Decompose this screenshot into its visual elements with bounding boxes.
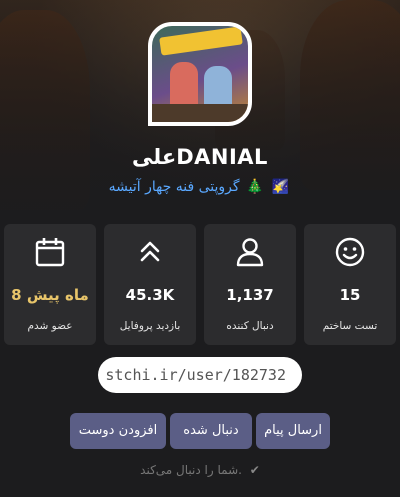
stats-row: 8 ماه پیش عضو شدم 45.3K بازدید پروفایل 1… [4, 224, 396, 345]
bio-text: گروپتی فنه چهار آتیشه [108, 179, 240, 195]
profile-link-text: stchi.ir/user/182732 [105, 366, 286, 384]
calendar-icon [35, 238, 65, 267]
shooting-star-emoji: 🌠 [271, 179, 290, 195]
avatar-art [159, 26, 243, 56]
tree-emoji: 🎄 [245, 179, 264, 195]
profile-link[interactable]: stchi.ir/user/182732 [98, 357, 302, 393]
follows-you-text: شما را دنبال می‌کند. [140, 463, 242, 477]
user-icon [236, 238, 264, 267]
stat-label: عضو شدم [27, 320, 73, 332]
stat-label: بازدید پروفایل [119, 320, 181, 332]
stat-joined[interactable]: 8 ماه پیش عضو شدم [4, 224, 96, 345]
follows-you-note: شما را دنبال می‌کند. ✔ [0, 463, 400, 477]
stat-label: دنبال کننده [226, 320, 274, 332]
bio: گروپتی فنه چهار آتیشه 🎄 🌠 [0, 179, 400, 195]
double-chevron-up-icon [140, 241, 160, 262]
stat-value: 1,137 [226, 286, 274, 304]
stat-tests-made[interactable]: 15 تست ساختم [304, 224, 396, 345]
stat-followers[interactable]: 1,137 دنبال کننده [204, 224, 296, 345]
stat-value: 45.3K [125, 286, 175, 304]
stat-value: 15 [339, 286, 361, 304]
smiley-icon [335, 237, 365, 267]
send-message-button[interactable]: ارسال پیام [256, 413, 330, 449]
stat-value: 8 ماه پیش [11, 286, 89, 304]
add-friend-button[interactable]: افزودن دوست [70, 413, 166, 449]
stat-label: تست ساختم [322, 320, 378, 332]
action-buttons: افزودن دوست دنبال شده ارسال پیام [0, 413, 400, 449]
avatar[interactable] [148, 22, 252, 126]
avatar-art [152, 104, 248, 122]
followed-button[interactable]: دنبال شده [170, 413, 252, 449]
stat-profile-views[interactable]: 45.3K بازدید پروفایل [104, 224, 196, 345]
username: علیDANIAL [132, 145, 268, 169]
check-icon: ✔ [249, 463, 260, 477]
